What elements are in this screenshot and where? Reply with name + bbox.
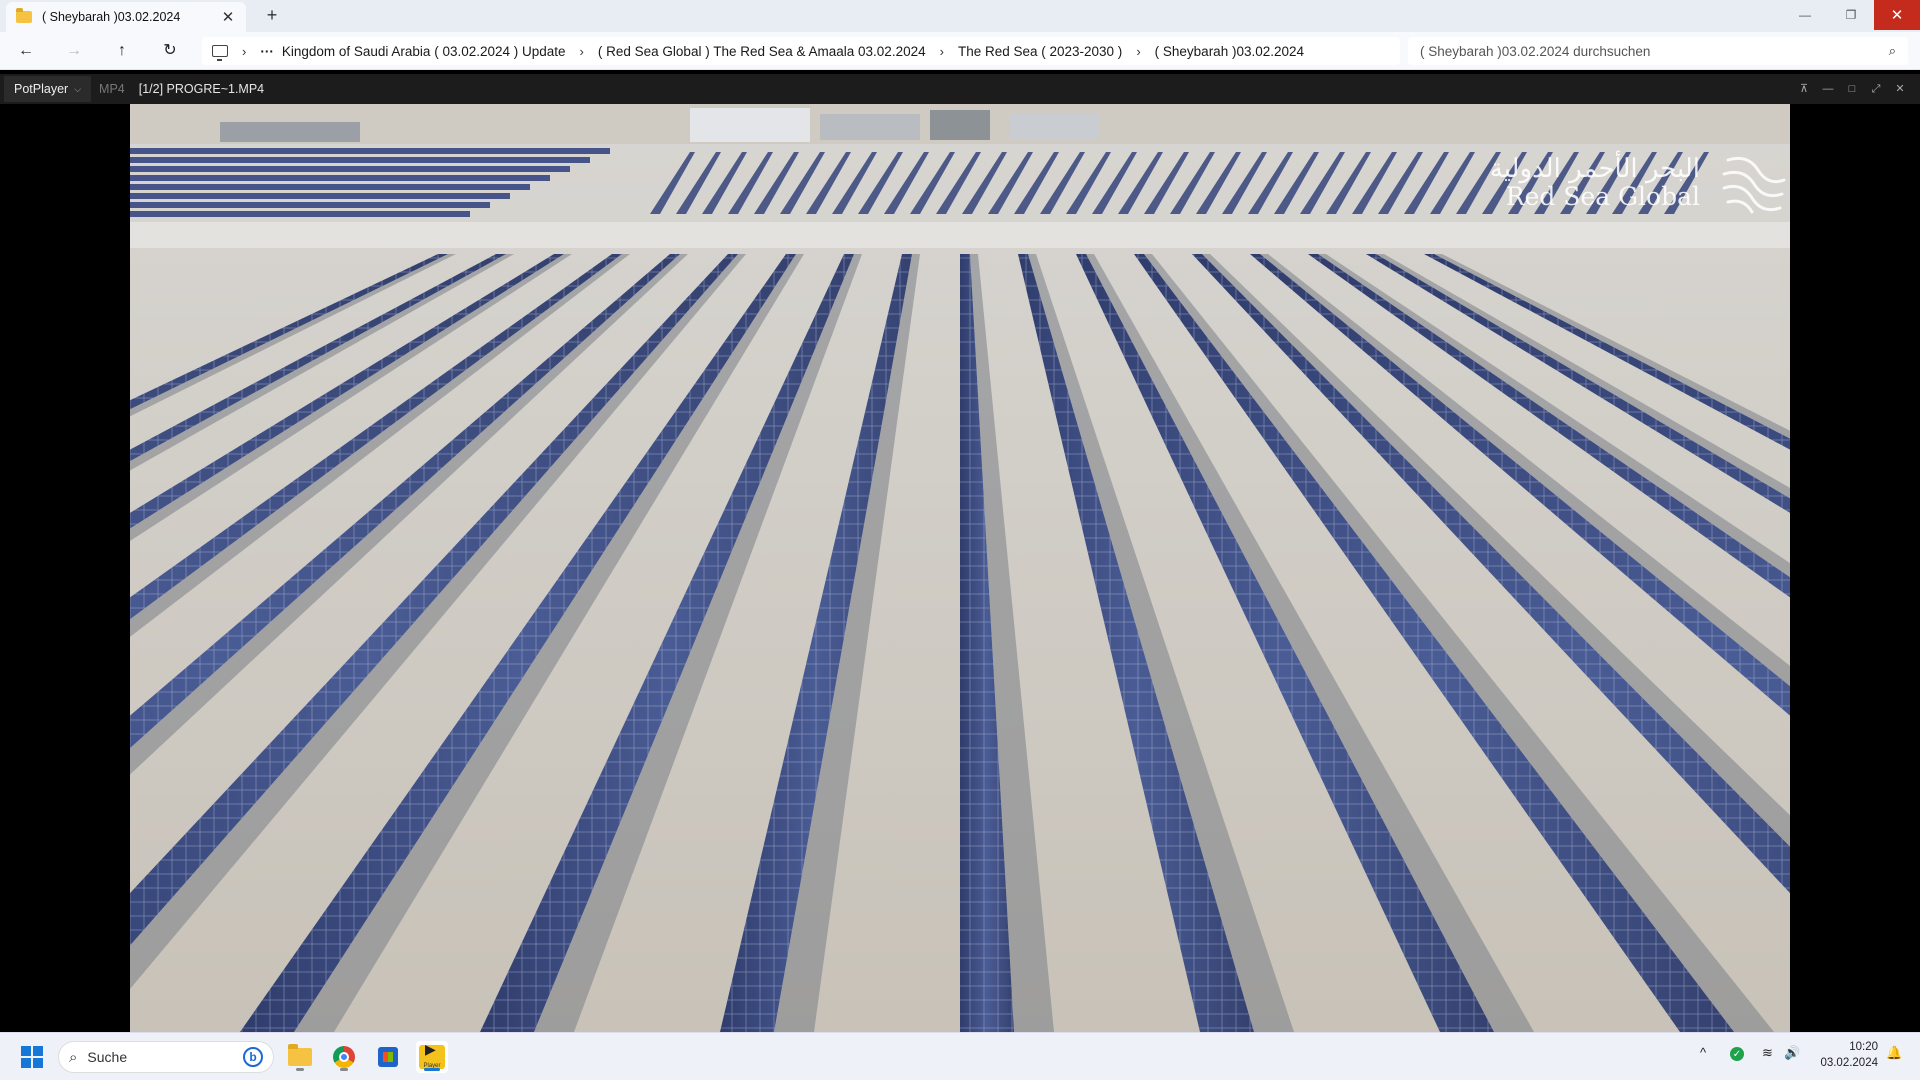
player-close-button[interactable]: ✕	[1890, 79, 1910, 99]
show-hidden-icons-button[interactable]: ^	[1700, 1045, 1706, 1060]
building	[690, 108, 810, 142]
breadcrumb-item[interactable]: ( Sheybarah )03.02.2024	[1155, 44, 1304, 59]
search-icon: ⌕	[69, 1048, 78, 1066]
shield-icon: ✓	[1730, 1047, 1744, 1061]
chrome-taskbar-button[interactable]	[328, 1041, 360, 1073]
video-filename: [1/2] PROGRE~1.MP4	[138, 82, 265, 96]
folder-icon	[288, 1044, 312, 1066]
clock[interactable]: 10:20 03.02.2024	[1808, 1039, 1878, 1071]
close-window-button[interactable]: ✕	[1874, 0, 1920, 30]
bing-icon[interactable]: b	[243, 1047, 263, 1067]
restore-button[interactable]: ❐	[1828, 0, 1874, 30]
red-sea-global-logo-icon	[1722, 156, 1786, 214]
video-format: MP4	[99, 82, 125, 96]
video-area[interactable]: البحر الأحمر الدولية Red Sea Global	[0, 104, 1920, 1032]
tab-sheybarah[interactable]: ( Sheybarah )03.02.2024 ✕	[6, 2, 246, 32]
security-tray-button[interactable]: ✓	[1730, 1047, 1744, 1061]
breadcrumb-separator: ›	[242, 43, 247, 59]
far-solar-panel-row	[130, 184, 530, 190]
breadcrumb-item[interactable]: ( Red Sea Global ) The Red Sea & Amaala …	[598, 44, 926, 59]
back-button[interactable]: ←	[16, 41, 36, 61]
chevron-down-icon: ⌵	[74, 83, 82, 94]
forward-button[interactable]: →	[64, 41, 84, 61]
red-sea-global-watermark: البحر الأحمر الدولية Red Sea Global	[1489, 154, 1786, 214]
far-solar-panel-row	[130, 202, 490, 208]
potplayer-menu-button[interactable]: PotPlayer ⌵	[4, 76, 92, 102]
tab-title: ( Sheybarah )03.02.2024	[42, 10, 181, 24]
active-indicator	[424, 1068, 440, 1071]
far-solar-panel-row	[130, 175, 550, 181]
building	[1010, 114, 1100, 140]
running-indicator	[296, 1068, 304, 1071]
store-taskbar-button[interactable]	[372, 1041, 404, 1073]
far-solar-panel-row	[130, 166, 570, 172]
breadcrumb-separator[interactable]: ›	[1136, 44, 1140, 59]
new-tab-button[interactable]: +	[262, 5, 282, 26]
search-placeholder: ( Sheybarah )03.02.2024 durchsuchen	[1420, 43, 1651, 59]
chrome-icon	[333, 1046, 355, 1068]
up-button[interactable]: ↑	[112, 41, 132, 61]
potplayer-taskbar-button[interactable]: Player	[416, 1041, 448, 1073]
volume-icon[interactable]: 🔊	[1784, 1045, 1800, 1061]
far-solar-panel-row	[130, 157, 590, 163]
clock-date: 03.02.2024	[1820, 1057, 1878, 1069]
far-solar-panel-row	[130, 193, 510, 199]
start-button[interactable]	[16, 1041, 48, 1073]
taskbar-search[interactable]: ⌕ Suche b	[58, 1041, 274, 1073]
tab-close-button[interactable]: ✕	[220, 8, 236, 26]
potplayer-icon: Player	[419, 1041, 445, 1069]
folder-icon	[16, 8, 32, 23]
potplayer-brand: PotPlayer	[14, 82, 69, 96]
breadcrumb-overflow-button[interactable]: ···	[260, 44, 274, 59]
notifications-bell-icon[interactable]: 🔔	[1886, 1045, 1902, 1061]
file-explorer-taskbar-button[interactable]	[284, 1041, 316, 1073]
building	[220, 122, 360, 142]
video-frame[interactable]: البحر الأحمر الدولية Red Sea Global	[130, 104, 1790, 1032]
far-solar-panel-row	[130, 148, 610, 154]
minimize-button[interactable]: —	[1782, 0, 1828, 30]
store-icon	[378, 1047, 398, 1067]
explorer-titlebar: ( Sheybarah )03.02.2024 ✕ + — ❐ ✕	[0, 0, 1920, 32]
clock-time: 10:20	[1849, 1041, 1878, 1053]
solar-farm-image	[130, 104, 1790, 1032]
breadcrumb-item[interactable]: The Red Sea ( 2023-2030 )	[958, 44, 1122, 59]
breadcrumb-item[interactable]: Kingdom of Saudi Arabia ( 03.02.2024 ) U…	[282, 44, 566, 59]
search-icon[interactable]: ⌕	[1889, 43, 1896, 59]
refresh-button[interactable]: ↻	[160, 41, 180, 61]
address-bar[interactable]: › ··· Kingdom of Saudi Arabia ( 03.02.20…	[202, 37, 1400, 65]
breadcrumb-separator[interactable]: ›	[940, 44, 944, 59]
computer-icon[interactable]	[212, 45, 228, 61]
player-fullscreen-button[interactable]: ⤢	[1866, 79, 1886, 99]
explorer-navbar: ← → ↑ ↻ › ··· Kingdom of Saudi Arabia ( …	[0, 32, 1920, 70]
breadcrumb-separator[interactable]: ›	[580, 44, 584, 59]
far-solar-panel-row	[130, 211, 470, 217]
potplayer-header: PotPlayer ⌵ MP4 [1/2] PROGRE~1.MP4 ⊼ — □…	[0, 74, 1920, 104]
wifi-icon[interactable]: ≋	[1762, 1045, 1773, 1061]
taskbar-search-label: Suche	[87, 1049, 128, 1065]
player-minimize-button[interactable]: —	[1818, 79, 1838, 99]
windows-logo-icon	[21, 1046, 43, 1068]
pin-icon[interactable]: ⊼	[1794, 79, 1814, 99]
watermark-english: Red Sea Global	[1505, 182, 1700, 211]
search-input[interactable]: ( Sheybarah )03.02.2024 durchsuchen ⌕	[1408, 37, 1908, 65]
taskbar: ⌕ Suche b Player ^ ✓ ≋ 🔊 10:20 03.02.202…	[0, 1032, 1920, 1080]
player-maximize-button[interactable]: □	[1842, 79, 1862, 99]
building	[820, 114, 920, 140]
running-indicator	[340, 1068, 348, 1071]
building	[930, 110, 990, 140]
watermark-arabic: البحر الأحمر الدولية	[1489, 154, 1700, 184]
